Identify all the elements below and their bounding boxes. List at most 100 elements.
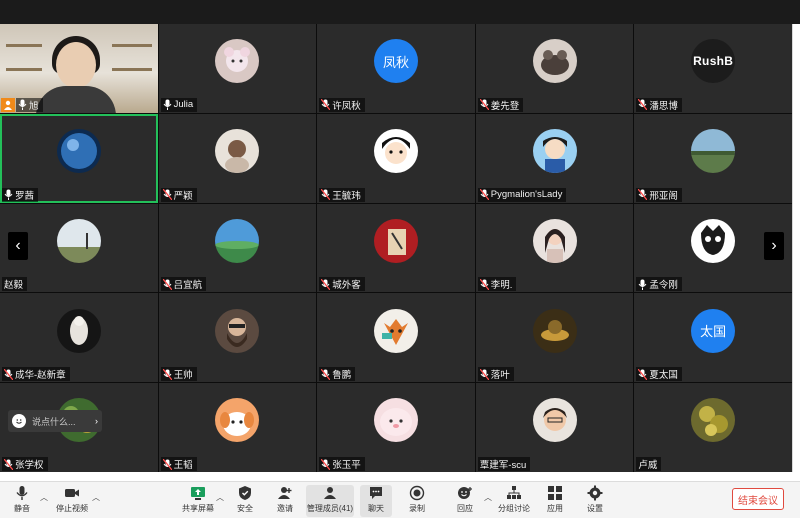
participant-tile[interactable]: 姜先登 (475, 24, 634, 113)
participant-tile[interactable]: 凤秋 许凤秋 (317, 24, 475, 113)
stop-video-button[interactable]: 停止视频 (52, 485, 92, 517)
participant-name: 潘思博 (649, 100, 678, 112)
participant-label: 王帅 (160, 367, 197, 382)
participant-tile[interactable]: 张玉平 (317, 383, 475, 472)
manage-members-button[interactable]: 管理成员(41) (306, 485, 354, 517)
mic-muted-icon (4, 368, 13, 380)
chevron-up-icon[interactable]: ︿ (92, 492, 100, 503)
participant-tile[interactable]: 太国 夏太国 (634, 293, 792, 383)
participant-label: 吕宜航 (160, 277, 207, 292)
avatar (215, 129, 260, 174)
participant-label: 孟令刚 (636, 277, 682, 292)
prev-page-button[interactable]: ‹ (8, 232, 28, 260)
participant-label: 成华-赵新章 (2, 367, 70, 382)
mic-muted-icon (162, 189, 172, 201)
emoji-icon[interactable] (12, 414, 26, 428)
participant-name: 旭 (29, 100, 39, 112)
participant-tile[interactable]: 李明. (475, 203, 634, 293)
mute-label: 静音 (14, 504, 30, 513)
users-icon (321, 485, 339, 501)
mic-icon (4, 189, 13, 201)
avatar (691, 398, 736, 443)
participant-tile[interactable]: 王毓玮 (317, 113, 475, 203)
record-button[interactable]: 录制 (402, 485, 432, 517)
mic-muted-icon (321, 99, 331, 111)
chevron-up-icon[interactable]: ︿ (484, 492, 492, 503)
invite-label: 邀请 (277, 504, 293, 513)
participant-name: 孟令刚 (649, 280, 678, 292)
avatar (56, 129, 101, 174)
host-icon (1, 97, 15, 112)
chat-label: 聊天 (368, 504, 384, 513)
mute-button[interactable]: 静音 (8, 485, 36, 517)
mic-muted-icon (479, 278, 489, 290)
avatar (215, 218, 260, 263)
mic-icon (163, 99, 172, 111)
participant-label: 覃建军-scu (477, 457, 531, 471)
participant-tile[interactable]: 王帅 (158, 293, 317, 383)
participant-label: 罗茜 (2, 187, 39, 202)
mic-icon (18, 99, 27, 111)
chevron-up-icon[interactable]: ︿ (216, 492, 224, 503)
avatar (373, 129, 418, 174)
apps-button[interactable]: 应用 (540, 485, 570, 517)
share-screen-button[interactable]: 共享屏幕 (180, 485, 216, 517)
chat-placeholder: 说点什么... (32, 416, 76, 427)
participant-tile[interactable]: 严颖 (158, 113, 317, 203)
settings-button[interactable]: 设置 (580, 485, 610, 517)
participant-name: 王毓玮 (332, 190, 361, 202)
participant-tile[interactable]: Julia (158, 24, 317, 113)
record-label: 录制 (409, 504, 425, 513)
breakout-rooms-button[interactable]: 分组讨论 (496, 485, 532, 517)
avatar (373, 218, 418, 263)
invite-button[interactable]: 邀请 (270, 485, 300, 517)
reactions-button[interactable]: 回应 (450, 485, 480, 517)
mic-muted-icon (479, 189, 489, 201)
participant-tile[interactable]: 城外客 (317, 203, 475, 293)
participant-tile[interactable]: 覃建军-scu (475, 383, 634, 472)
participant-name: 李明. (490, 280, 513, 292)
participant-tile[interactable]: 邢亚阁 (634, 113, 792, 203)
participant-tile[interactable]: 鲁鹏 (317, 293, 475, 383)
chevron-right-icon[interactable]: › (95, 416, 98, 426)
participant-tile[interactable]: 旭 (0, 24, 158, 113)
participant-tile[interactable]: 成华-赵新章 (0, 293, 158, 383)
end-meeting-button[interactable]: 结束会议 (732, 488, 784, 510)
participant-label: 邢亚阁 (636, 187, 682, 202)
security-button[interactable]: 安全 (230, 485, 260, 517)
participant-name: 吕宜航 (173, 280, 203, 292)
avatar (532, 308, 577, 353)
participant-name: 赵毅 (4, 280, 24, 292)
mic-muted-icon (638, 99, 648, 111)
next-page-button[interactable]: › (764, 232, 784, 260)
participant-name: 罗茜 (15, 190, 35, 202)
chat-button[interactable]: 聊天 (360, 485, 392, 517)
mic-muted-icon (479, 368, 489, 380)
chevron-up-icon[interactable]: ︿ (40, 492, 48, 503)
quick-chat-input[interactable]: 说点什么... › (8, 410, 102, 432)
avatar (532, 129, 577, 174)
meeting-toolbar: 静音 ︿ 停止视频 ︿ 共享屏幕 ︿ 安全 邀请 管理成员(41) 聊天 录制 … (0, 481, 800, 518)
avatar (532, 218, 577, 263)
participant-label: 许凤秋 (319, 97, 365, 112)
mic-muted-icon (638, 368, 648, 380)
participant-tile-active-speaker[interactable]: 罗茜 (0, 113, 158, 203)
chevron-right-icon: › (771, 237, 777, 254)
side-panel-edge (792, 24, 800, 472)
participant-label: 夏太国 (636, 367, 682, 382)
video-camera-icon (63, 485, 81, 501)
apps-label: 应用 (547, 504, 563, 513)
avatar (56, 308, 101, 353)
stop-video-label: 停止视频 (56, 504, 88, 513)
participant-tile[interactable]: 落叶 (475, 293, 634, 383)
chevron-left-icon: ‹ (15, 237, 21, 254)
participant-name: 邢亚阁 (649, 190, 678, 202)
participant-tile[interactable]: 王韬 (158, 383, 317, 472)
participant-tile[interactable]: RushB 潘思博 (634, 24, 792, 113)
participant-label: 严颖 (160, 187, 197, 202)
participant-tile[interactable]: Pygmalion'sLady (475, 113, 634, 203)
record-icon (408, 485, 426, 501)
participant-tile[interactable]: 吕宜航 (158, 203, 317, 293)
participant-label: 张玉平 (319, 457, 365, 471)
participant-tile[interactable]: 卢威 (634, 383, 792, 472)
